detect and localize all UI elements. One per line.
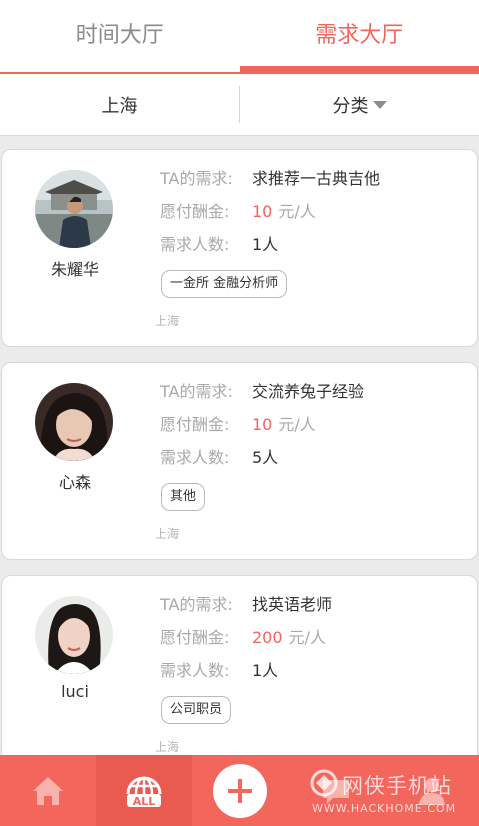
reward-row: 愿付酬金: 10 元/人 xyxy=(160,414,316,436)
need-value: 找英语老师 xyxy=(252,595,333,614)
reward-row: 愿付酬金: 200 元/人 xyxy=(160,627,326,649)
need-value: 交流养兔子经验 xyxy=(252,382,365,401)
reward-amount: 10 xyxy=(252,202,273,221)
watermark-logo-icon xyxy=(310,769,338,797)
demand-card[interactable]: luci TA的需求: 找英语老师 愿付酬金: 200 元/人 需求人数: 1人 公司职… xyxy=(1,575,478,756)
reward-amount: 10 xyxy=(252,415,273,434)
people-value: 1人 xyxy=(252,235,279,254)
reward-unit: 元/人 xyxy=(278,415,316,434)
avatar-photo-icon xyxy=(35,596,113,674)
filter-bar: 上海 分类 xyxy=(0,74,479,136)
occupation-tag: 公司职员 xyxy=(161,696,232,724)
location-text: 上海 xyxy=(155,314,180,328)
reward-unit: 元/人 xyxy=(288,628,326,647)
need-row: TA的需求: 求推荐一古典吉他 xyxy=(160,168,380,190)
home-icon xyxy=(33,776,63,805)
reward-amount: 200 xyxy=(252,628,283,647)
people-row: 需求人数: 1人 xyxy=(160,234,278,256)
reward-unit: 元/人 xyxy=(278,202,316,221)
top-tab-bar: 时间大厅 需求大厅 xyxy=(0,0,479,74)
people-label: 需求人数: xyxy=(160,448,230,467)
people-row: 需求人数: 5人 xyxy=(160,447,278,469)
category-filter[interactable]: 分类 xyxy=(240,74,479,135)
plus-icon xyxy=(228,778,252,803)
nav-add-button[interactable] xyxy=(192,755,288,826)
all-globe-icon: ALL xyxy=(126,776,162,808)
avatar-photo-icon xyxy=(35,170,113,248)
tab-time-hall-label: 时间大厅 xyxy=(75,23,164,48)
need-row: TA的需求: 找英语老师 xyxy=(160,594,332,616)
need-label: TA的需求: xyxy=(160,169,233,188)
demand-card[interactable]: 心森 TA的需求: 交流养兔子经验 愿付酬金: 10 元/人 需求人数: 5人 其他 上… xyxy=(1,362,478,560)
need-row: TA的需求: 交流养兔子经验 xyxy=(160,381,364,403)
location-text: 上海 xyxy=(155,527,180,541)
city-filter-label: 上海 xyxy=(101,95,138,117)
user-name[interactable]: 心森 xyxy=(2,469,148,493)
demand-list[interactable]: 朱耀华 TA的需求: 求推荐一古典吉他 愿付酬金: 10 元/人 需求人数: 1人 一金… xyxy=(0,136,479,756)
user-name[interactable]: 朱耀华 xyxy=(2,256,148,280)
user-name[interactable]: luci xyxy=(2,682,148,701)
need-value: 求推荐一古典吉他 xyxy=(252,169,381,188)
reward-label: 愿付酬金: xyxy=(160,202,230,221)
tab-demand-hall[interactable]: 需求大厅 xyxy=(240,0,479,74)
avatar[interactable] xyxy=(35,596,113,674)
active-tab-indicator xyxy=(240,66,479,74)
category-filter-label: 分类 xyxy=(332,95,369,117)
city-filter[interactable]: 上海 xyxy=(0,74,239,135)
nav-home-button[interactable] xyxy=(0,755,96,826)
avatar[interactable] xyxy=(35,383,113,461)
occupation-tag: 一金所 金融分析师 xyxy=(161,270,288,298)
people-value: 1人 xyxy=(252,661,279,680)
reward-row: 愿付酬金: 10 元/人 xyxy=(160,201,316,223)
dropdown-caret-icon xyxy=(372,100,387,109)
people-label: 需求人数: xyxy=(160,235,230,254)
people-row: 需求人数: 1人 xyxy=(160,660,278,682)
location-text: 上海 xyxy=(155,740,180,754)
occupation-tag: 其他 xyxy=(161,483,206,511)
all-icon-text: ALL xyxy=(133,795,156,808)
need-label: TA的需求: xyxy=(160,382,233,401)
people-label: 需求人数: xyxy=(160,661,230,680)
tab-time-hall[interactable]: 时间大厅 xyxy=(0,0,240,74)
add-circle xyxy=(213,763,267,818)
reward-label: 愿付酬金: xyxy=(160,415,230,434)
watermark-url: WWW.HACKHOME.COM xyxy=(312,802,457,815)
need-label: TA的需求: xyxy=(160,595,233,614)
people-value: 5人 xyxy=(252,448,279,467)
watermark-title: 网侠手机站 xyxy=(342,774,452,798)
reward-label: 愿付酬金: xyxy=(160,628,230,647)
watermark: 网侠手机站 WWW.HACKHOME.COM xyxy=(306,764,476,822)
demand-card[interactable]: 朱耀华 TA的需求: 求推荐一古典吉他 愿付酬金: 10 元/人 需求人数: 1人 一金… xyxy=(1,149,478,347)
tab-demand-hall-label: 需求大厅 xyxy=(315,23,404,48)
avatar[interactable] xyxy=(35,170,113,248)
avatar-photo-icon xyxy=(35,383,113,461)
nav-all-button[interactable]: ALL xyxy=(96,755,192,826)
